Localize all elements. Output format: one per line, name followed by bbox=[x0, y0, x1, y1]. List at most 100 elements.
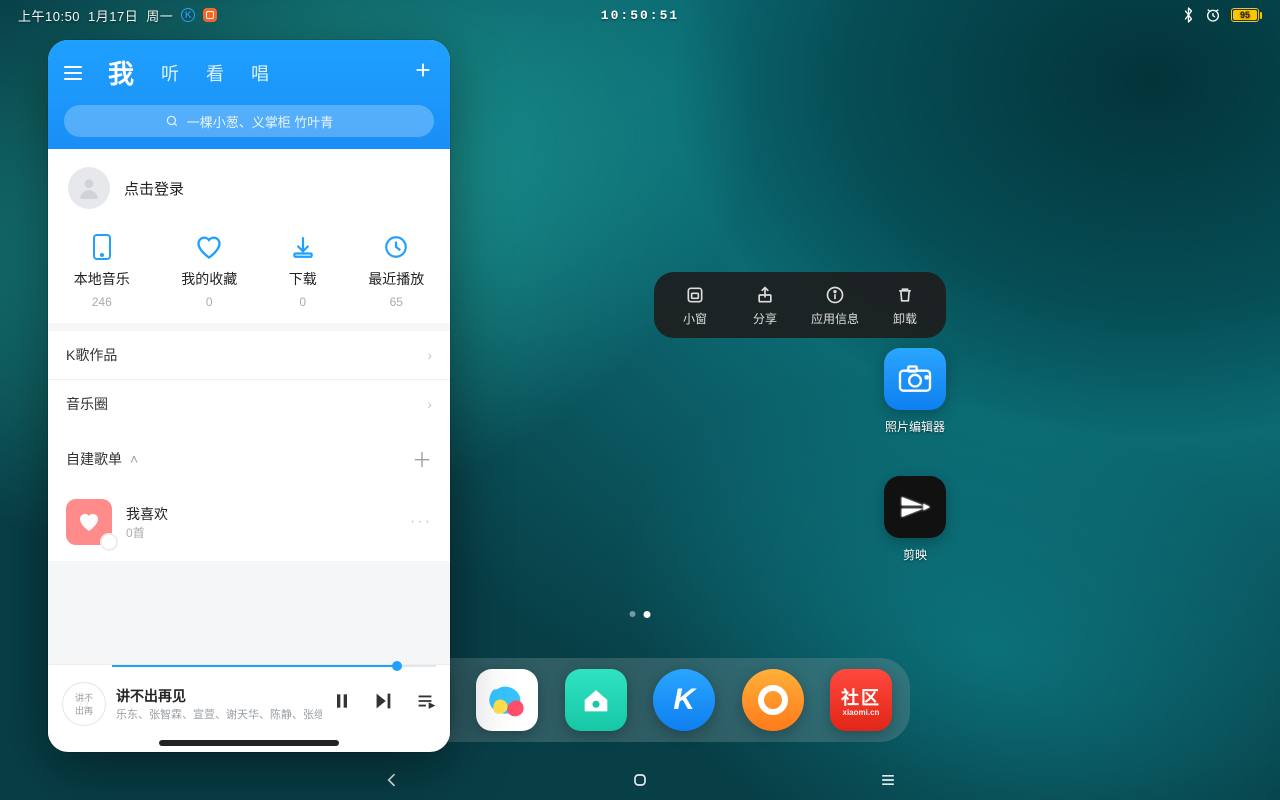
nav-home[interactable] bbox=[626, 766, 654, 794]
freeform-handle[interactable] bbox=[159, 740, 339, 746]
dock-mihome[interactable] bbox=[565, 669, 627, 731]
dock: K 社区 xiaomi.cn bbox=[370, 658, 910, 742]
shortcut-recent-label: 最近播放 bbox=[368, 269, 424, 289]
popup-app-info[interactable]: 应用信息 bbox=[800, 284, 870, 327]
tab-listen[interactable]: 听 bbox=[161, 60, 180, 86]
app-photo-editor-label: 照片编辑器 bbox=[885, 418, 945, 435]
app-longpress-menu: 小窗 分享 应用信息 卸载 bbox=[654, 272, 946, 338]
shortcut-local-label: 本地音乐 bbox=[74, 269, 130, 289]
app-capcut[interactable]: 剪映 bbox=[884, 476, 946, 563]
status-time: 上午10:50 bbox=[18, 6, 80, 25]
chevron-right-icon: › bbox=[427, 347, 432, 363]
shortcut-favorite-count: 0 bbox=[206, 295, 213, 309]
battery-indicator: 95 bbox=[1231, 8, 1262, 22]
login-row[interactable]: 点击登录 bbox=[48, 149, 450, 229]
kugou-body: 点击登录 本地音乐 246 我的收藏 0 下载 0 最近播放 65 bbox=[48, 149, 450, 664]
section-own-playlists[interactable]: 自建歌单 ˄ ＋ bbox=[48, 428, 450, 489]
kugou-header: 我 听 看 唱 一棵小葱、义掌柜 竹叶青 bbox=[48, 40, 450, 149]
menu-icon[interactable] bbox=[64, 66, 82, 80]
kugou-status-icon: K bbox=[181, 8, 195, 22]
row-music-circle[interactable]: 音乐圈 › bbox=[48, 379, 450, 428]
playlist-like-title: 我喜欢 bbox=[126, 504, 168, 524]
popup-share-label: 分享 bbox=[753, 310, 777, 327]
small-window-icon bbox=[685, 284, 705, 306]
ring-icon bbox=[758, 685, 788, 715]
shortcut-download[interactable]: 下载 0 bbox=[289, 233, 317, 309]
row-karaoke[interactable]: K歌作品 › bbox=[48, 331, 450, 379]
album-art[interactable]: 讲不出再 bbox=[62, 682, 106, 726]
shortcut-favorite-label: 我的收藏 bbox=[181, 269, 237, 289]
chevron-right-icon: › bbox=[427, 396, 432, 412]
shortcut-local-count: 246 bbox=[92, 295, 112, 309]
alarm-icon bbox=[1205, 7, 1221, 23]
share-icon bbox=[755, 284, 775, 306]
tab-watch[interactable]: 看 bbox=[206, 60, 225, 86]
clock-icon bbox=[383, 233, 409, 261]
shortcut-download-count: 0 bbox=[299, 295, 306, 309]
gallery-icon bbox=[487, 680, 527, 720]
status-date: 1月17日 bbox=[88, 6, 138, 25]
popup-app-info-label: 应用信息 bbox=[811, 310, 859, 327]
shortcut-download-label: 下载 bbox=[289, 269, 317, 289]
queue-icon[interactable] bbox=[414, 690, 436, 717]
tab-me[interactable]: 我 bbox=[108, 54, 135, 91]
next-icon[interactable] bbox=[372, 690, 394, 717]
kugou-icon: K bbox=[673, 683, 695, 717]
heart-icon bbox=[195, 233, 223, 261]
capcut-icon bbox=[895, 487, 935, 527]
dock-mi-community[interactable]: 社区 xiaomi.cn bbox=[830, 669, 892, 731]
trash-icon bbox=[895, 284, 915, 306]
shortcut-local[interactable]: 本地音乐 246 bbox=[74, 233, 130, 309]
info-icon bbox=[825, 284, 845, 306]
download-icon bbox=[290, 233, 316, 261]
nav-back[interactable] bbox=[378, 766, 406, 794]
popup-small-window[interactable]: 小窗 bbox=[660, 284, 730, 327]
more-icon[interactable]: ··· bbox=[410, 513, 432, 531]
community-label: 社区 bbox=[841, 684, 881, 710]
community-sublabel: xiaomi.cn bbox=[843, 708, 880, 717]
app-capcut-label: 剪映 bbox=[903, 546, 927, 563]
app-status-icon bbox=[203, 8, 217, 22]
row-music-circle-label: 音乐圈 bbox=[66, 394, 108, 414]
popup-uninstall[interactable]: 卸载 bbox=[870, 284, 940, 327]
chevron-up-icon: ˄ bbox=[130, 451, 138, 467]
system-navbar bbox=[0, 760, 1280, 800]
search-placeholder: 一棵小葱、义掌柜 竹叶青 bbox=[187, 112, 334, 131]
tab-sing[interactable]: 唱 bbox=[251, 60, 270, 86]
dock-gallery[interactable] bbox=[476, 669, 538, 731]
song-artists: 乐东、张智霖、宣萱、谢天华、陈静、张继聪、夏 bbox=[116, 706, 322, 722]
bluetooth-icon bbox=[1182, 7, 1195, 23]
playlist-like-sub: 0首 bbox=[126, 524, 168, 541]
list-rows: K歌作品 › 音乐圈 › bbox=[48, 331, 450, 428]
nav-recent[interactable] bbox=[874, 766, 902, 794]
status-bar: 上午10:50 1月17日 周一 K 10:50:51 95 bbox=[0, 0, 1280, 30]
popup-small-window-label: 小窗 bbox=[683, 310, 707, 327]
avatar bbox=[68, 167, 110, 209]
dock-circle-app[interactable] bbox=[742, 669, 804, 731]
shortcut-recent-count: 65 bbox=[390, 295, 403, 309]
shortcut-favorite[interactable]: 我的收藏 0 bbox=[181, 233, 237, 309]
phone-icon bbox=[90, 233, 114, 261]
login-text: 点击登录 bbox=[124, 178, 184, 199]
page-indicator bbox=[630, 611, 651, 618]
add-playlist-icon[interactable]: ＋ bbox=[412, 444, 432, 473]
search-icon bbox=[165, 114, 179, 128]
kugou-freeform-window[interactable]: 我 听 看 唱 一棵小葱、义掌柜 竹叶青 点击登录 本地音乐 246 bbox=[48, 40, 450, 752]
photo-editor-icon bbox=[895, 359, 935, 399]
popup-uninstall-label: 卸载 bbox=[893, 310, 917, 327]
dock-kugou[interactable]: K bbox=[653, 669, 715, 731]
mini-player[interactable]: 讲不出再 讲不出再见 乐东、张智霖、宣萱、谢天华、陈静、张继聪、夏 bbox=[48, 664, 450, 740]
add-icon[interactable] bbox=[412, 59, 434, 86]
progress-bar[interactable] bbox=[112, 665, 436, 667]
app-photo-editor[interactable]: 照片编辑器 bbox=[884, 348, 946, 435]
row-karaoke-label: K歌作品 bbox=[66, 345, 117, 365]
section-own-playlists-label: 自建歌单 bbox=[66, 449, 122, 469]
search-bar[interactable]: 一棵小葱、义掌柜 竹叶青 bbox=[64, 105, 434, 137]
center-clock: 10:50:51 bbox=[601, 8, 679, 23]
pause-icon[interactable] bbox=[332, 690, 352, 717]
playlist-like[interactable]: 我喜欢 0首 ··· bbox=[48, 489, 450, 561]
status-weekday: 周一 bbox=[146, 6, 173, 25]
shortcut-recent[interactable]: 最近播放 65 bbox=[368, 233, 424, 309]
mihome-icon bbox=[579, 683, 613, 717]
popup-share[interactable]: 分享 bbox=[730, 284, 800, 327]
